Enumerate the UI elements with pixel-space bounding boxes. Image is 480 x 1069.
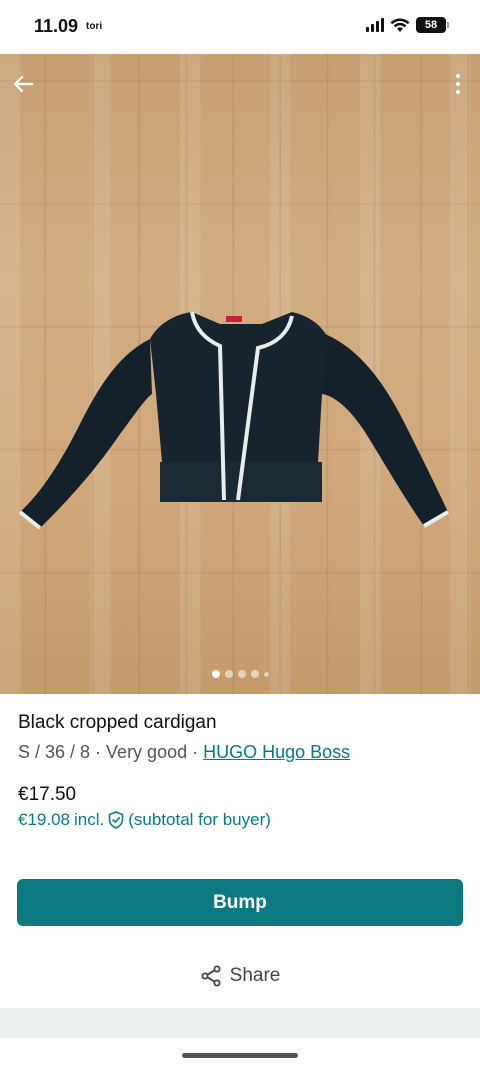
bump-button[interactable]: Bump — [17, 879, 463, 926]
item-title: Black cropped cardigan — [18, 712, 217, 733]
signal-icon — [366, 18, 384, 32]
status-time: 11.09 — [34, 16, 79, 36]
gallery-dot[interactable] — [250, 670, 259, 678]
price-incl-buyer[interactable]: €19.08 incl. (subtotal for buyer) — [18, 810, 271, 830]
price-incl-amount: €19.08 — [18, 810, 70, 829]
home-indicator[interactable] — [182, 1053, 298, 1058]
item-info: Black cropped cardigan S / 36 / 8 · Very… — [18, 712, 462, 763]
wifi-icon — [390, 17, 410, 32]
gallery-pagination — [0, 670, 480, 678]
brand-link[interactable]: HUGO Hugo Boss — [203, 742, 350, 762]
gallery-dot[interactable] — [224, 670, 233, 678]
price-incl-note: (subtotal for buyer) — [128, 810, 271, 829]
share-icon — [201, 965, 221, 987]
gallery-dot[interactable] — [237, 670, 246, 678]
item-meta: S / 36 / 8 · Very good · HUGO Hugo Boss — [18, 742, 462, 763]
gallery-dot[interactable] — [263, 671, 269, 677]
shield-check-icon — [108, 811, 124, 829]
status-icons: 58 — [366, 17, 449, 33]
bottom-band — [0, 1008, 480, 1038]
cardigan-image — [18, 311, 450, 530]
status-bar: 11.09 tori 58 — [0, 0, 480, 54]
back-button[interactable] — [10, 70, 38, 98]
item-meta-text: S / 36 / 8 · Very good · — [18, 742, 204, 762]
item-price: €17.50 — [18, 784, 77, 805]
vertical-dots-icon — [456, 74, 460, 94]
share-label: Share — [229, 965, 281, 986]
product-photo[interactable] — [0, 54, 480, 694]
share-button[interactable]: Share — [0, 960, 480, 992]
gallery-dot[interactable] — [211, 670, 220, 678]
status-carrier: tori — [86, 21, 103, 32]
price-incl-label: incl. — [74, 810, 105, 829]
battery-indicator: 58 — [416, 17, 449, 33]
arrow-left-icon — [13, 75, 34, 93]
more-options-button[interactable] — [450, 70, 466, 98]
